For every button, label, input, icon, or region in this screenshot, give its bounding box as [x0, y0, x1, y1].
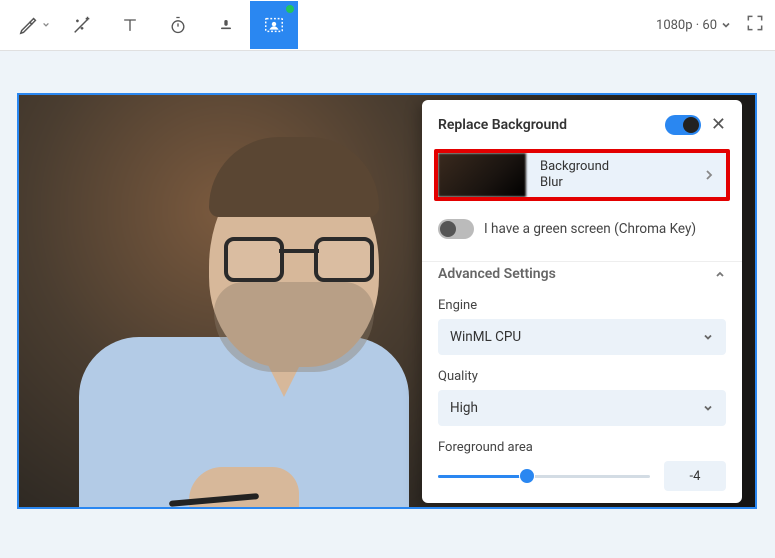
replace-background-panel: Replace Background ✕ Background Blur I h…: [422, 100, 742, 503]
background-option-row[interactable]: Background Blur: [434, 149, 730, 201]
advanced-settings-header[interactable]: Advanced Settings: [422, 261, 742, 292]
chevron-up-icon: [714, 268, 726, 280]
green-screen-toggle[interactable]: [438, 219, 474, 239]
foreground-slider[interactable]: [438, 467, 650, 485]
foreground-label: Foreground area: [438, 440, 726, 455]
bg-option-line1: Background: [540, 159, 690, 175]
foreground-value: -4: [664, 461, 726, 491]
fullscreen-button[interactable]: [745, 13, 765, 37]
engine-select[interactable]: WinML CPU: [438, 319, 726, 355]
engine-value: WinML CPU: [450, 329, 521, 345]
timer-tool[interactable]: [154, 1, 202, 49]
eyedropper-tool[interactable]: [10, 1, 58, 49]
resolution-selector[interactable]: 1080p · 60: [656, 18, 731, 33]
preview-person: [49, 127, 409, 509]
video-preview[interactable]: Replace Background ✕ Background Blur I h…: [17, 93, 757, 509]
panel-title: Replace Background: [438, 117, 655, 133]
chevron-down-icon: [702, 402, 714, 414]
resolution-label: 1080p · 60: [656, 18, 717, 33]
quality-select[interactable]: High: [438, 390, 726, 426]
text-tool[interactable]: [106, 1, 154, 49]
advanced-heading: Advanced Settings: [438, 266, 556, 282]
enable-toggle[interactable]: [665, 115, 701, 135]
audio-tool[interactable]: [202, 1, 250, 49]
background-thumb: [438, 153, 526, 197]
chevron-down-icon: [702, 331, 714, 343]
magic-wand-tool[interactable]: [58, 1, 106, 49]
quality-value: High: [450, 400, 478, 416]
background-tool[interactable]: [250, 1, 298, 49]
bg-option-line2: Blur: [540, 175, 690, 191]
quality-label: Quality: [438, 369, 726, 384]
engine-label: Engine: [438, 298, 726, 313]
green-screen-label: I have a green screen (Chroma Key): [484, 221, 696, 237]
close-icon[interactable]: ✕: [711, 114, 726, 135]
chevron-right-icon: [704, 153, 726, 197]
